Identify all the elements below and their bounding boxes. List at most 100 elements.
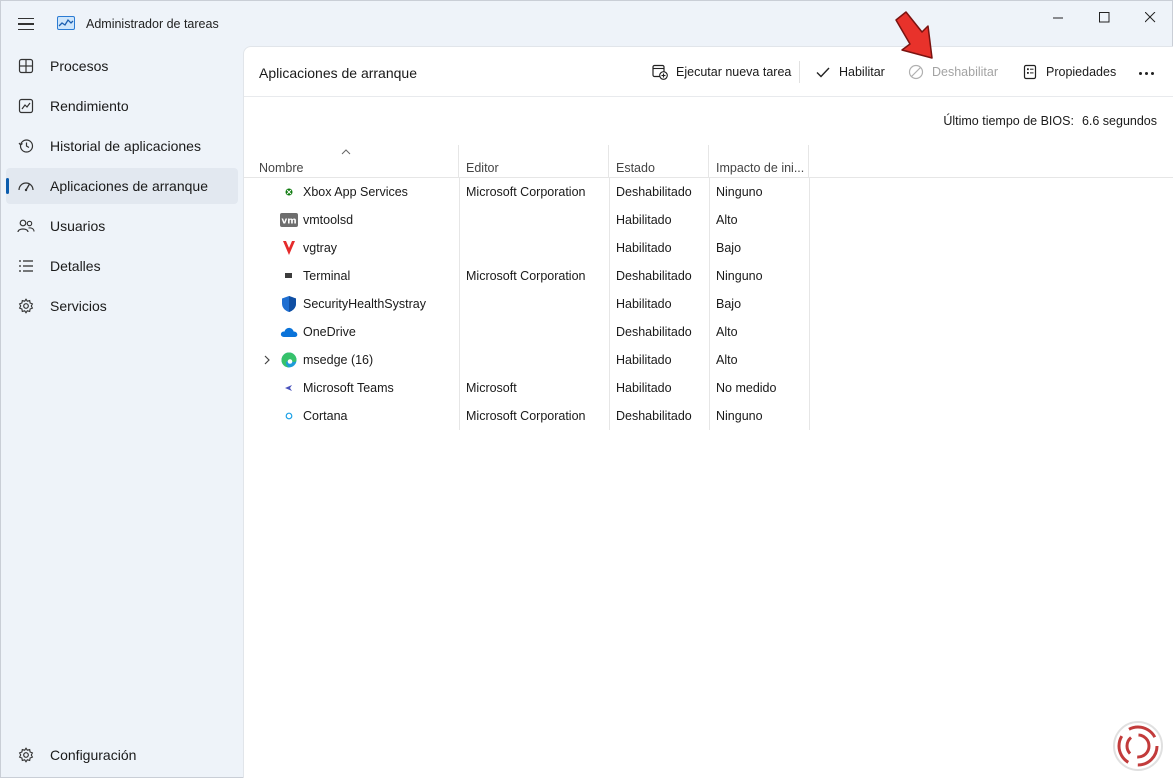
terminal-icon xyxy=(280,267,298,285)
sidebar-item-configuracion[interactable]: Configuración xyxy=(6,737,238,773)
cell-name: vgtray xyxy=(303,241,338,255)
cell-status: Deshabilitado xyxy=(616,409,692,423)
cell-publisher: Microsoft xyxy=(466,381,517,395)
cell-impact: Ninguno xyxy=(716,409,763,423)
sidebar-item-aplicaciones-de-arranque[interactable]: Aplicaciones de arranque xyxy=(6,168,238,204)
table-row[interactable]: msedge (16) Habilitado Alto xyxy=(244,346,1173,374)
cell-name: Terminal xyxy=(303,269,351,283)
page-title: Aplicaciones de arranque xyxy=(259,65,417,81)
task-manager-window: Administrador de tareas Procesos Rendimi… xyxy=(0,0,1173,778)
column-header-label: Editor xyxy=(466,161,499,175)
onedrive-cloud-icon xyxy=(280,323,298,341)
processes-grid-icon xyxy=(17,57,35,75)
maximize-button[interactable] xyxy=(1081,1,1127,33)
cell-status: Habilitado xyxy=(616,353,672,367)
vmware-icon: vm xyxy=(280,211,298,229)
more-options-button[interactable] xyxy=(1134,63,1158,83)
cell-status: Habilitado xyxy=(616,241,672,255)
enable-button[interactable]: Habilitar xyxy=(814,57,885,87)
properties-icon xyxy=(1021,63,1039,81)
cell-impact: Ninguno xyxy=(716,185,763,199)
maximize-icon xyxy=(1098,11,1109,22)
checkmark-icon xyxy=(814,63,832,81)
properties-button[interactable]: Propiedades xyxy=(1021,57,1116,87)
table-row[interactable]: vgtray Habilitado Bajo xyxy=(244,234,1173,262)
svg-text:vm: vm xyxy=(281,217,296,227)
sidebar-nav: Procesos Rendimiento Historial de aplica… xyxy=(1,45,243,778)
close-icon xyxy=(1144,11,1155,22)
table-row[interactable]: Cortana Microsoft Corporation Deshabilit… xyxy=(244,402,1173,430)
cell-status: Deshabilitado xyxy=(616,325,692,339)
active-indicator xyxy=(6,178,9,194)
run-new-task-button[interactable]: Ejecutar nueva tarea xyxy=(651,57,791,87)
red-annotation-arrow-icon xyxy=(895,11,933,59)
column-header-label: Nombre xyxy=(259,161,304,175)
cell-status: Habilitado xyxy=(616,213,672,227)
enable-label: Habilitar xyxy=(839,65,885,79)
table-row[interactable]: Xbox App Services Microsoft Corporation … xyxy=(244,178,1173,206)
settings-gear-icon xyxy=(17,746,35,764)
cell-status: Habilitado xyxy=(616,297,672,311)
sidebar-item-historial[interactable]: Historial de aplicaciones xyxy=(6,128,238,164)
sidebar-item-label: Procesos xyxy=(50,58,109,74)
sidebar-item-label: Aplicaciones de arranque xyxy=(50,178,208,194)
column-header-impacto[interactable]: Impacto de ini... xyxy=(709,145,809,178)
task-manager-app-icon xyxy=(57,16,75,30)
cell-publisher: Microsoft Corporation xyxy=(466,269,586,283)
cell-status: Habilitado xyxy=(616,381,672,395)
cell-name: Microsoft Teams xyxy=(303,381,394,395)
users-icon xyxy=(17,217,35,235)
cell-status: Deshabilitado xyxy=(616,185,692,199)
cell-impact: Ninguno xyxy=(716,269,763,283)
close-button[interactable] xyxy=(1127,1,1173,33)
details-list-icon xyxy=(17,257,35,275)
cell-status: Deshabilitado xyxy=(616,269,692,283)
shield-icon xyxy=(280,295,298,313)
cell-publisher: Microsoft Corporation xyxy=(466,409,586,423)
table-header: Nombre Editor Estado Impacto de ini... xyxy=(244,145,1173,178)
cell-impact: Alto xyxy=(716,325,738,339)
sort-ascending-icon xyxy=(341,149,351,155)
run-new-task-label: Ejecutar nueva tarea xyxy=(676,65,792,79)
cell-impact: Bajo xyxy=(716,241,742,255)
sidebar-item-procesos[interactable]: Procesos xyxy=(6,48,238,84)
table-row[interactable]: Microsoft Teams Microsoft Habilitado No … xyxy=(244,374,1173,402)
chevron-right-icon[interactable] xyxy=(261,354,273,366)
column-header-nombre[interactable]: Nombre xyxy=(244,145,459,178)
vanguard-icon xyxy=(280,239,298,257)
column-header-label: Estado xyxy=(616,161,655,175)
bios-time: Último tiempo de BIOS: 6.6 segundos xyxy=(943,114,1157,128)
startup-gauge-icon xyxy=(17,177,35,195)
sidebar-item-label: Usuarios xyxy=(50,218,106,234)
column-header-editor[interactable]: Editor xyxy=(459,145,609,178)
more-dot xyxy=(1144,71,1148,75)
table-row[interactable]: vm vmtoolsd Habilitado Alto xyxy=(244,206,1173,234)
title-bar: Administrador de tareas xyxy=(1,1,1172,45)
sidebar-item-label: Detalles xyxy=(50,258,101,274)
sidebar-item-rendimiento[interactable]: Rendimiento xyxy=(6,88,238,124)
sidebar-item-detalles[interactable]: Detalles xyxy=(6,248,238,284)
sidebar-item-usuarios[interactable]: Usuarios xyxy=(6,208,238,244)
table-row[interactable]: OneDrive Deshabilitado Alto xyxy=(244,318,1173,346)
more-dot xyxy=(1150,71,1154,75)
column-header-estado[interactable]: Estado xyxy=(609,145,709,178)
properties-label: Propiedades xyxy=(1046,65,1117,79)
sidebar-item-servicios[interactable]: Servicios xyxy=(6,288,238,324)
sidebar-item-label: Historial de aplicaciones xyxy=(50,138,201,154)
table-row[interactable]: SecurityHealthSystray Habilitado Bajo xyxy=(244,290,1173,318)
performance-chart-icon xyxy=(17,97,35,115)
cell-name: OneDrive xyxy=(303,325,356,339)
hamburger-menu-icon[interactable] xyxy=(15,13,37,35)
cell-impact: No medido xyxy=(716,381,777,395)
table-row[interactable]: Terminal Microsoft Corporation Deshabili… xyxy=(244,262,1173,290)
cell-name: vmtoolsd xyxy=(303,213,354,227)
minimize-button[interactable] xyxy=(1035,1,1081,33)
bios-time-label: Último tiempo de BIOS: xyxy=(943,114,1074,128)
cell-name: Xbox App Services xyxy=(303,185,408,199)
cell-name: msedge (16) xyxy=(303,353,374,367)
cell-impact: Bajo xyxy=(716,297,742,311)
toolbar: Aplicaciones de arranque Ejecutar nueva … xyxy=(244,47,1173,97)
cell-impact: Alto xyxy=(716,353,738,367)
more-dot xyxy=(1138,71,1142,75)
column-header-label: Impacto de ini... xyxy=(716,161,805,175)
